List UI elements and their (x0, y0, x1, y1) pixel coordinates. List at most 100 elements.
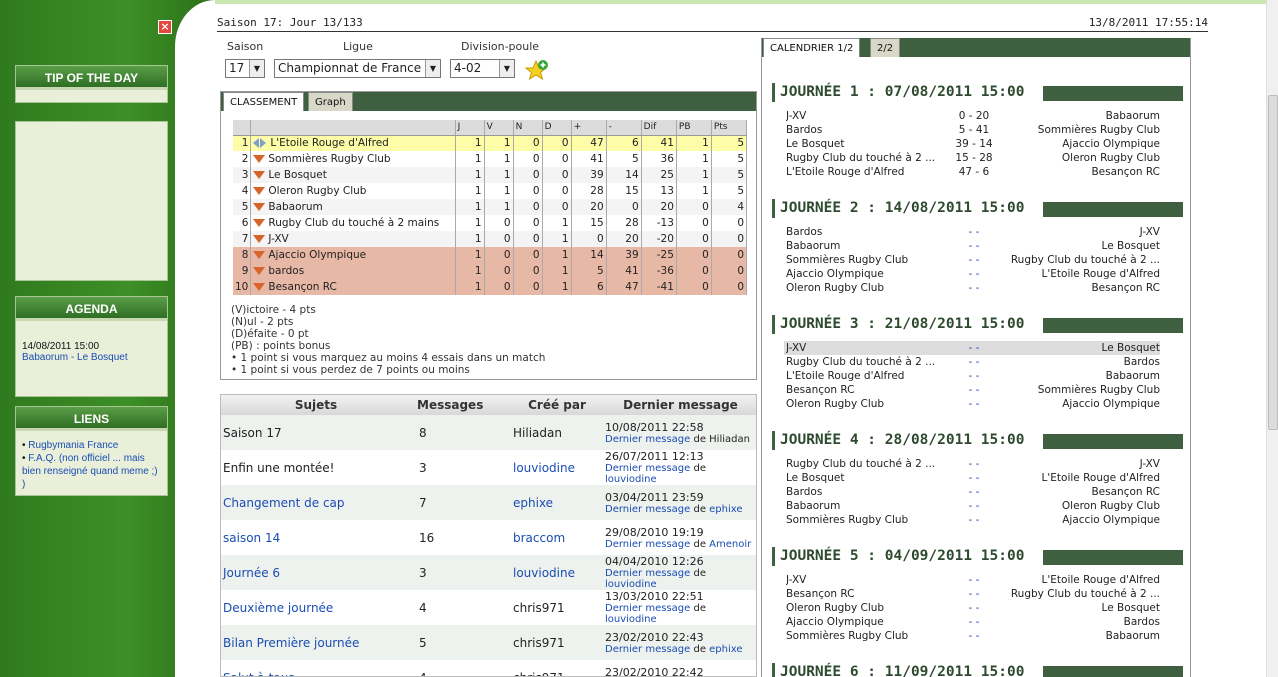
last-message-link[interactable]: Dernier message (605, 603, 690, 614)
ranking-row[interactable]: 10 Besançon RC 1 0 0 1 6 47 -41 0 0 (233, 279, 748, 295)
ranking-row[interactable]: 2 Sommières Rugby Club 1 1 0 0 41 5 36 1 5 (233, 151, 748, 167)
forum-row[interactable]: Journée 6 3 louviodine 04/04/2010 12:26 Dern… (221, 555, 756, 590)
last-message-author[interactable]: Hiliadan (709, 434, 750, 445)
topic-author[interactable]: chris971 (511, 590, 603, 625)
forum-row[interactable]: Bilan Première journée 5 chris971 23/02/201… (221, 625, 756, 660)
topic-author[interactable]: chris971 (511, 625, 603, 660)
last-message-link[interactable]: Dernier message (605, 568, 690, 579)
last-message-author[interactable]: ephixe (709, 644, 742, 655)
home-team: Ajaccio Olympique (786, 268, 884, 280)
last-message-author[interactable]: louviodine (605, 579, 657, 590)
last-message-link[interactable]: Dernier message (605, 504, 690, 515)
match-row[interactable]: Ajaccio Olympique - - L'Etoile Rouge d'Alf… (784, 267, 1160, 281)
match-row[interactable]: Ajaccio Olympique - - Bardos (784, 615, 1160, 629)
match-row[interactable]: Sommières Rugby Club - - Ajaccio Olympique (784, 513, 1160, 527)
last-message-link[interactable]: Dernier message (605, 539, 690, 550)
ranking-row[interactable]: 6 Rugby Club du touché à 2 mains 1 0 0 1 15 28-… (233, 215, 748, 231)
topic-author[interactable]: Hiliadan (511, 415, 603, 450)
forum-row[interactable]: Salut à tous4chris97123/02/2010 22:42Der… (221, 660, 756, 677)
match-row[interactable]: Bardos - - Besançon RC (784, 485, 1160, 499)
last-message-author[interactable]: ephixe (709, 504, 742, 515)
match-row[interactable]: Le Bosquet - - L'Etoile Rouge d'Alfred (784, 471, 1160, 485)
last-message-link[interactable]: Dernier message (605, 644, 690, 655)
last-message-author[interactable]: Amenoir (709, 539, 751, 550)
topic-title[interactable]: Bilan Première journée (221, 625, 411, 660)
ranking-row[interactable]: 9 bardos 1 0 0 1 5 41 -36 0 0 (233, 263, 748, 279)
add-favorite-star-icon[interactable] (525, 58, 549, 82)
last-message-author[interactable]: louviodine (605, 474, 657, 485)
match-row[interactable]: Le Bosquet 39 - 14 Ajaccio Olympique (784, 137, 1160, 151)
match-row[interactable]: Oleron Rugby Club - - Ajaccio Olympique (784, 397, 1160, 411)
topic-title[interactable]: Changement de cap (221, 485, 411, 520)
match-row[interactable]: Oleron Rugby Club - - Le Bosquet (784, 601, 1160, 615)
agenda-event-link[interactable]: Babaorum - Le Bosquet (22, 352, 128, 363)
topic-title[interactable]: Journée 6 (221, 555, 411, 590)
match-row[interactable]: Besançon RC - - Rugby Club du touché à 2 .… (784, 587, 1160, 601)
column-header[interactable]: PB (676, 120, 712, 136)
match-row[interactable]: Babaorum - - Le Bosquet (784, 239, 1160, 253)
league-select[interactable]: Championnat de France ▼ (274, 59, 441, 78)
scrollbar-thumb[interactable] (1268, 95, 1278, 430)
season-select[interactable]: 17 ▼ (225, 59, 265, 78)
ranking-row[interactable]: 3 Le Bosquet 1 1 0 0 39 14 25 1 5 (233, 167, 748, 183)
forum-column-header[interactable]: Messages (411, 395, 511, 415)
match-row[interactable]: Sommières Rugby Club - - Rugby Club du tou… (784, 253, 1160, 267)
ranking-row[interactable]: 5 Babaorum 1 1 0 0 20 0 20 0 4 (233, 199, 748, 215)
column-header[interactable]: - (606, 120, 642, 136)
match-row[interactable]: Sommières Rugby Club - - Babaorum (784, 629, 1160, 643)
column-header[interactable]: Dif (641, 120, 677, 136)
ranking-row[interactable]: 1 L'Etoile Rouge d'Alfred 1 1 0 0 47 6 41 1 5 (233, 135, 748, 151)
match-row[interactable]: J-XV - - Le Bosquet (784, 341, 1160, 355)
last-message-author[interactable]: louviodine (605, 614, 657, 625)
topic-author[interactable]: braccom (511, 520, 603, 555)
ranking-row[interactable]: 4 Oleron Rugby Club 1 1 0 0 28 15 13 1 5 (233, 183, 748, 199)
topic-author[interactable]: louviodine (511, 555, 603, 590)
forum-row[interactable]: Deuxième journée 4 chris971 13/03/2010 22:5… (221, 590, 756, 625)
match-row[interactable]: L'Etoile Rouge d'Alfred - - Babaorum (784, 369, 1160, 383)
match-row[interactable]: Babaorum - - Oleron Rugby Club (784, 499, 1160, 513)
match-row[interactable]: L'Etoile Rouge d'Alfred 47 - 6 Besançon RC (784, 165, 1160, 179)
link-faq[interactable]: F.A.Q. (non officiel ... mais bien rense… (22, 453, 158, 490)
tab-graph[interactable]: Graph (308, 92, 353, 111)
topic-title[interactable]: Enfin une montée! (221, 450, 411, 485)
forum-row[interactable]: Enfin une montée! 3 louviodine 26/07/2011 1… (221, 450, 756, 485)
match-row[interactable]: Oleron Rugby Club - - Besançon RC (784, 281, 1160, 295)
last-message-link[interactable]: Dernier message (605, 463, 690, 474)
ranking-row[interactable]: 8 Ajaccio Olympique 1 0 0 1 14 39 -25 0 0 (233, 247, 748, 263)
column-header[interactable]: Pts (711, 120, 748, 136)
match-row[interactable]: J-XV 0 - 20 Babaorum (784, 109, 1160, 123)
match-row[interactable]: Rugby Club du touché à 2 ... 15 - 28 Olero… (784, 151, 1160, 165)
match-row[interactable]: Bardos 5 - 41 Sommières Rugby Club (784, 123, 1160, 137)
scrollbar[interactable] (1266, 0, 1278, 677)
topic-author[interactable]: ephixe (511, 485, 603, 520)
topic-author[interactable]: louviodine (511, 450, 603, 485)
column-header[interactable]: J (455, 120, 485, 136)
topic-title[interactable]: Deuxième journée (221, 590, 411, 625)
forum-row[interactable]: Changement de cap 7 ephixe 03/04/2011 23:59… (221, 485, 756, 520)
forum-column-header[interactable]: Créé par (511, 395, 603, 415)
forum-row[interactable]: Saison 17 8 Hiliadan 10/08/2011 22:58 Dernie… (221, 415, 756, 450)
topic-title[interactable]: saison 14 (221, 520, 411, 555)
topic-title[interactable]: Salut à tous (221, 660, 411, 677)
match-row[interactable]: Rugby Club du touché à 2 ... - - J-XV (784, 457, 1160, 471)
away-team: Babaorum (1105, 630, 1160, 642)
forum-row[interactable]: saison 14 16 braccom 29/08/2010 19:19 Dernie… (221, 520, 756, 555)
match-row[interactable]: Besançon RC - - Sommières Rugby Club (784, 383, 1160, 397)
ranking-row[interactable]: 7 J-XV 1 0 0 1 0 20 -20 0 0 (233, 231, 748, 247)
division-select[interactable]: 4-02 ▼ (450, 59, 515, 78)
column-header[interactable]: + (571, 120, 607, 136)
forum-column-header[interactable]: Sujets (221, 395, 411, 415)
topic-author[interactable]: chris971 (511, 660, 603, 677)
match-row[interactable]: Rugby Club du touché à 2 ... - - Bardos (784, 355, 1160, 369)
last-message-link[interactable]: Dernier message (605, 434, 690, 445)
forum-column-header[interactable]: Dernier message (603, 395, 756, 415)
close-icon[interactable]: × (158, 20, 172, 34)
tab-classement[interactable]: CLASSEMENT (223, 92, 305, 111)
column-header[interactable]: D (542, 120, 572, 136)
match-row[interactable]: J-XV - - L'Etoile Rouge d'Alfred (784, 573, 1160, 587)
column-header[interactable]: V (484, 120, 514, 136)
column-header[interactable]: N (513, 120, 543, 136)
topic-title[interactable]: Saison 17 (221, 415, 411, 450)
link-rugbymania[interactable]: Rugbymania France (28, 440, 118, 451)
match-row[interactable]: Bardos - - J-XV (784, 225, 1160, 239)
